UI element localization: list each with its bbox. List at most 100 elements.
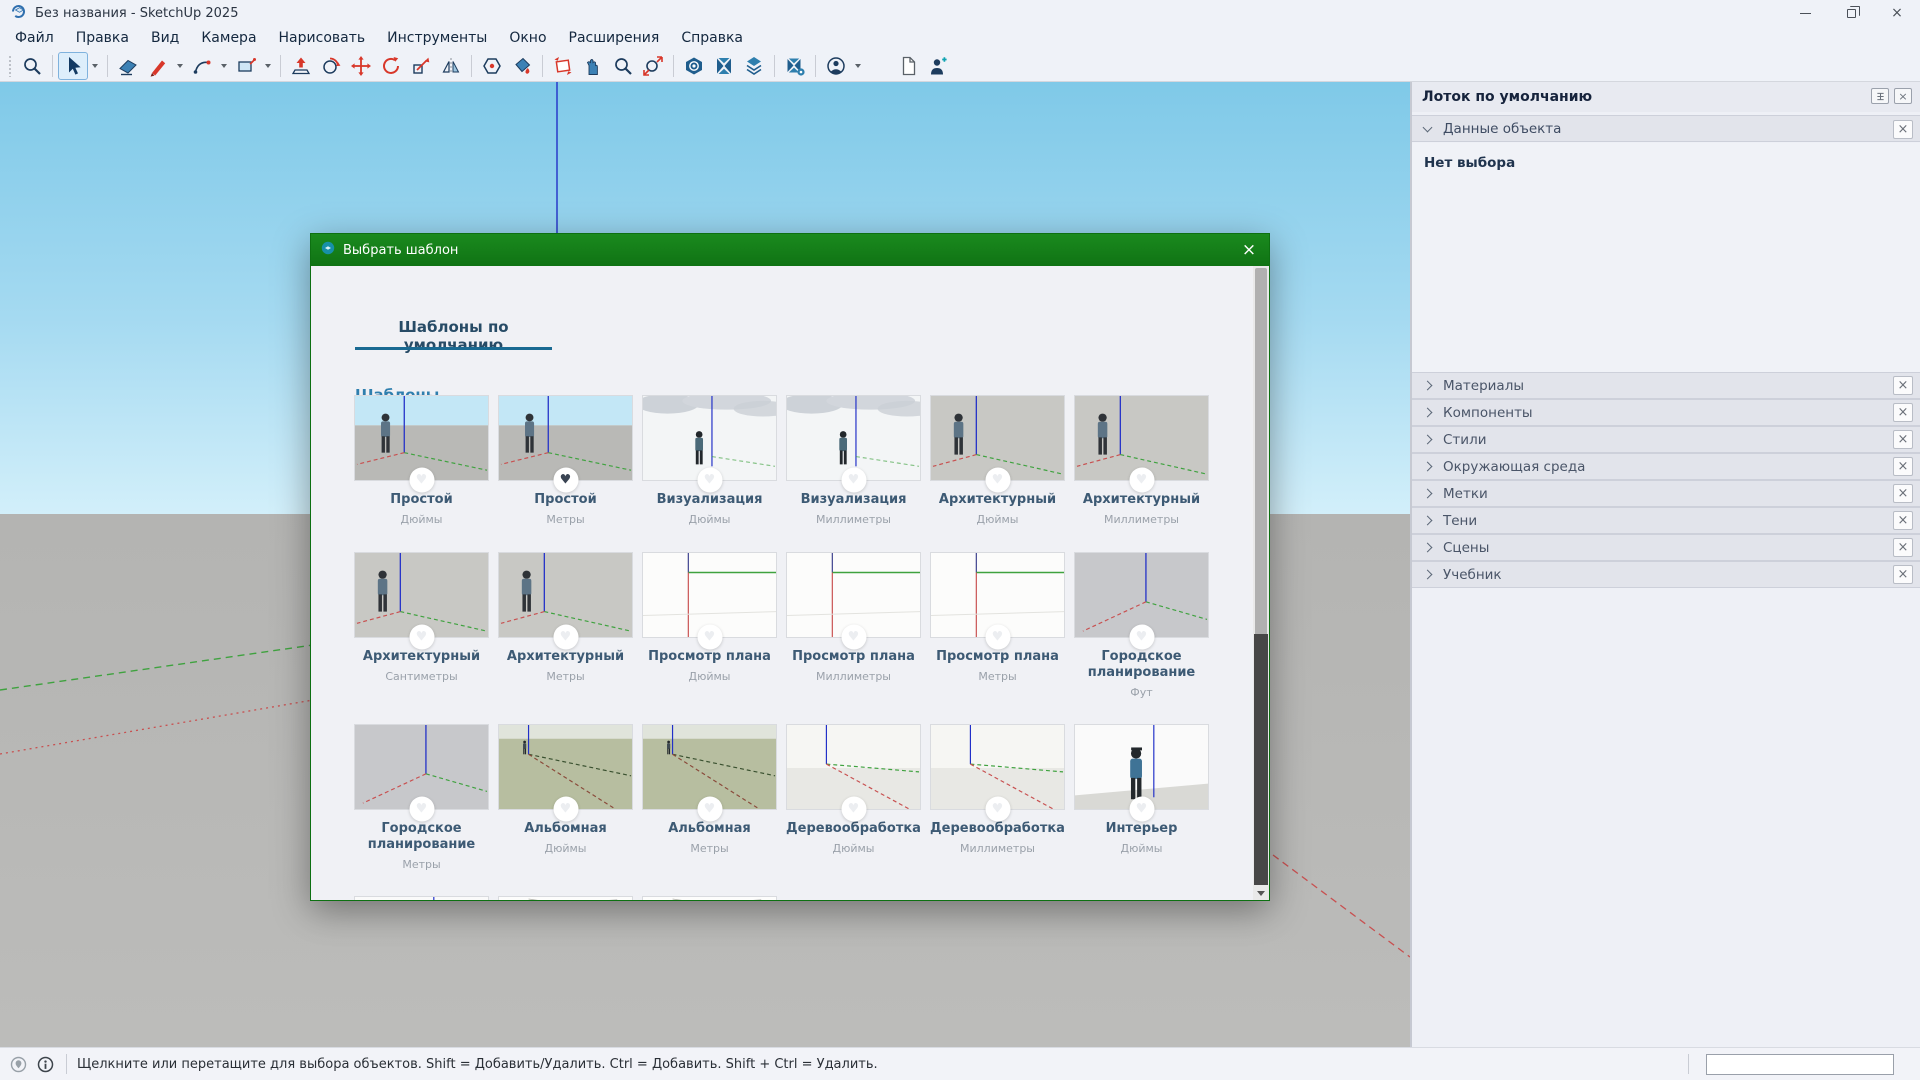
rectangle-icon[interactable] bbox=[231, 52, 261, 80]
template-card[interactable]: ♥Городское планированиеМетры bbox=[354, 724, 489, 871]
favorite-circle-icon[interactable]: ♥ bbox=[841, 797, 866, 822]
template-thumbnail[interactable] bbox=[354, 896, 489, 900]
rectangle-dropdown[interactable] bbox=[261, 52, 275, 80]
template-thumbnail[interactable]: ♥ bbox=[642, 724, 777, 810]
favorite-circle-icon[interactable]: ♥ bbox=[985, 625, 1010, 650]
zoom-window-icon[interactable] bbox=[17, 52, 47, 80]
menu-extensions[interactable]: Расширения bbox=[558, 27, 671, 49]
follow-me-icon[interactable] bbox=[316, 52, 346, 80]
account-icon[interactable] bbox=[821, 52, 851, 80]
template-card[interactable]: ♥ПростойМетры bbox=[498, 395, 633, 526]
favorite-circle-icon[interactable]: ♥ bbox=[841, 625, 866, 650]
eraser-icon[interactable] bbox=[113, 52, 143, 80]
template-card[interactable]: ♥АрхитектурныйДюймы bbox=[930, 395, 1065, 526]
template-thumbnail[interactable]: ♥ bbox=[786, 552, 921, 638]
geolocation-icon[interactable] bbox=[10, 1056, 27, 1073]
panel-environment[interactable]: Окружающая среда× bbox=[1412, 453, 1920, 480]
template-card-partial[interactable] bbox=[498, 896, 633, 900]
template-thumbnail[interactable]: ♥ bbox=[354, 724, 489, 810]
template-thumbnail[interactable]: ♥ bbox=[354, 552, 489, 638]
panel-close-button[interactable]: × bbox=[1893, 430, 1913, 449]
panel-close-button[interactable]: × bbox=[1893, 565, 1913, 584]
panel-close-button[interactable]: × bbox=[1893, 376, 1913, 395]
3d-warehouse-icon[interactable] bbox=[679, 52, 709, 80]
select-icon[interactable] bbox=[58, 52, 88, 80]
panel-object-data[interactable]: Данные объекта × bbox=[1412, 115, 1920, 142]
template-card[interactable]: ♥Просмотр планаМиллиметры bbox=[786, 552, 921, 683]
panel-materials[interactable]: Материалы× bbox=[1412, 372, 1920, 399]
template-card[interactable]: ♥ДеревообработкаМиллиметры bbox=[930, 724, 1065, 855]
favorite-circle-icon[interactable]: ♥ bbox=[697, 468, 722, 493]
styles-stack-icon[interactable] bbox=[739, 52, 769, 80]
template-card[interactable]: ♥АрхитектурныйМетры bbox=[498, 552, 633, 683]
favorite-circle-icon[interactable]: ♥ bbox=[409, 797, 434, 822]
template-thumbnail[interactable]: ♥ bbox=[1074, 395, 1209, 481]
favorite-circle-icon[interactable]: ♥ bbox=[553, 625, 578, 650]
template-thumbnail[interactable]: ♥ bbox=[930, 552, 1065, 638]
account-dropdown[interactable] bbox=[851, 52, 865, 80]
panel-components[interactable]: Компоненты× bbox=[1412, 399, 1920, 426]
panel-close-button[interactable]: × bbox=[1893, 403, 1913, 422]
favorite-circle-icon[interactable]: ♥ bbox=[553, 797, 578, 822]
tray-close-icon[interactable]: × bbox=[1894, 88, 1912, 104]
favorite-circle-icon[interactable]: ♥ bbox=[409, 625, 434, 650]
arc-dropdown[interactable] bbox=[217, 52, 231, 80]
template-card[interactable]: ♥АльбомнаяДюймы bbox=[498, 724, 633, 855]
template-thumbnail[interactable] bbox=[498, 896, 633, 900]
template-thumbnail[interactable]: ♥ bbox=[1074, 552, 1209, 638]
favorite-circle-icon[interactable]: ♥ bbox=[985, 468, 1010, 493]
scrollbar-down-arrow-icon[interactable] bbox=[1253, 886, 1269, 900]
template-card[interactable]: ♥Городское планированиеФут bbox=[1074, 552, 1209, 699]
flip-icon[interactable] bbox=[436, 52, 466, 80]
template-thumbnail[interactable]: ♥ bbox=[642, 395, 777, 481]
arc-icon[interactable] bbox=[187, 52, 217, 80]
scale-icon[interactable] bbox=[406, 52, 436, 80]
panel-scenes[interactable]: Сцены× bbox=[1412, 534, 1920, 561]
menu-edit[interactable]: Правка bbox=[65, 27, 140, 49]
template-thumbnail[interactable]: ♥ bbox=[354, 395, 489, 481]
menu-help[interactable]: Справка bbox=[670, 27, 754, 49]
paint-bucket-icon[interactable] bbox=[507, 52, 537, 80]
dialog-titlebar[interactable]: Выбрать шаблон × bbox=[311, 234, 1269, 266]
template-thumbnail[interactable]: ♥ bbox=[786, 724, 921, 810]
select-dropdown[interactable] bbox=[88, 52, 102, 80]
line-dropdown[interactable] bbox=[173, 52, 187, 80]
panel-close-button[interactable]: × bbox=[1893, 511, 1913, 530]
panel-close-button[interactable]: × bbox=[1893, 538, 1913, 557]
favorite-circle-icon[interactable]: ♥ bbox=[1129, 468, 1154, 493]
panel-tags[interactable]: Метки× bbox=[1412, 480, 1920, 507]
add-collaborator-icon[interactable] bbox=[923, 52, 953, 80]
template-card[interactable]: ♥ИнтерьерДюймы bbox=[1074, 724, 1209, 855]
zoom-extents-icon[interactable] bbox=[638, 52, 668, 80]
template-thumbnail[interactable]: ♥ bbox=[1074, 724, 1209, 810]
template-thumbnail[interactable]: ♥ bbox=[498, 552, 633, 638]
menu-tools[interactable]: Инструменты bbox=[376, 27, 498, 49]
menu-camera[interactable]: Камера bbox=[190, 27, 267, 49]
template-card[interactable]: ♥АрхитектурныйМиллиметры bbox=[1074, 395, 1209, 526]
template-card-partial[interactable] bbox=[642, 896, 777, 900]
extension-warehouse-icon[interactable] bbox=[709, 52, 739, 80]
credits-info-icon[interactable] bbox=[37, 1056, 54, 1073]
template-thumbnail[interactable]: ♥ bbox=[498, 395, 633, 481]
favorite-circle-icon[interactable]: ♥ bbox=[697, 625, 722, 650]
panel-instructor[interactable]: Учебник× bbox=[1412, 561, 1920, 588]
template-card[interactable]: ♥АльбомнаяМетры bbox=[642, 724, 777, 855]
scrollbar-thumb[interactable] bbox=[1254, 634, 1268, 885]
template-card[interactable]: ♥Просмотр планаМетры bbox=[930, 552, 1065, 683]
tape-measure-icon[interactable] bbox=[477, 52, 507, 80]
push-pull-icon[interactable] bbox=[286, 52, 316, 80]
template-card[interactable]: ♥ДеревообработкаДюймы bbox=[786, 724, 921, 855]
menu-file[interactable]: Файл bbox=[4, 27, 65, 49]
panel-close-button[interactable]: × bbox=[1893, 457, 1913, 476]
pan-icon[interactable] bbox=[578, 52, 608, 80]
template-card[interactable]: ♥АрхитектурныйСантиметры bbox=[354, 552, 489, 683]
extension-manager-icon[interactable] bbox=[780, 52, 810, 80]
move-icon[interactable] bbox=[346, 52, 376, 80]
template-thumbnail[interactable]: ♥ bbox=[930, 724, 1065, 810]
panel-close-button[interactable]: × bbox=[1893, 120, 1913, 139]
measurements-input[interactable] bbox=[1706, 1054, 1894, 1075]
template-thumbnail[interactable] bbox=[642, 896, 777, 900]
zoom-icon[interactable] bbox=[608, 52, 638, 80]
template-card[interactable]: ♥ПростойДюймы bbox=[354, 395, 489, 526]
template-card[interactable]: ♥ВизуализацияМиллиметры bbox=[786, 395, 921, 526]
